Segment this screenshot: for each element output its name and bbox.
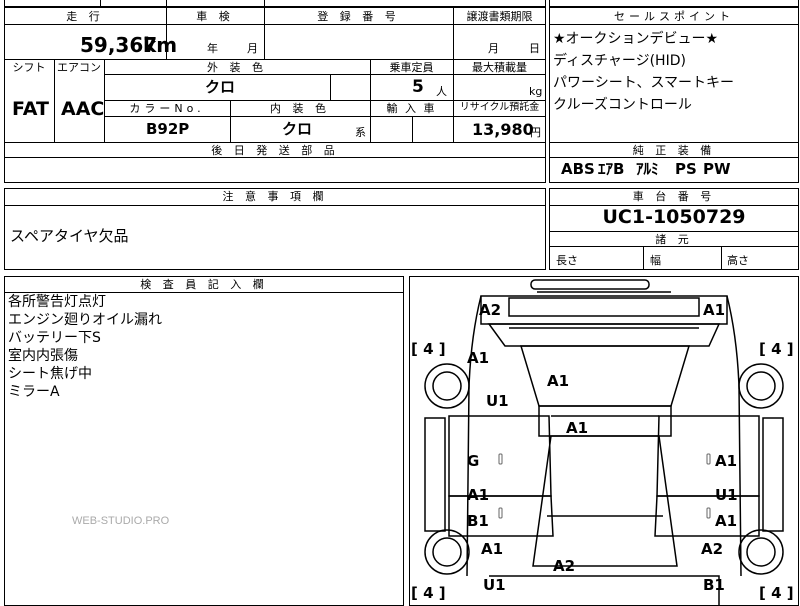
length-label: 長さ — [556, 254, 578, 267]
equip-abs: ABS — [561, 160, 595, 178]
damage-code: A1 — [467, 486, 489, 504]
interior-color-header: 内 装 色 — [270, 102, 330, 115]
shift-header: シフト — [12, 61, 46, 74]
capacity-unit: 人 — [436, 85, 447, 98]
car-diagram: [ 4 ] [ 4 ] [ 4 ] [ 4 ] A2 A1 A1 A1 U1 A… — [411, 279, 794, 606]
notes-header: 注 意 事 項 欄 — [222, 190, 328, 203]
inspector-note: シート焦げ中 — [8, 366, 92, 382]
damage-code: A1 — [715, 452, 737, 470]
inspector-note: バッテリー下S — [8, 330, 101, 346]
tire-mark-rear-left: [ 4 ] — [411, 584, 446, 602]
height-label: 高さ — [727, 254, 749, 267]
chassis-no-header: 車 台 番 号 — [632, 190, 716, 203]
aircon-value: AAC — [61, 98, 105, 120]
sales-point-line: ★オークションデビュー★ — [553, 31, 719, 47]
damage-code: U1 — [486, 392, 509, 410]
tire-mark-rear-right: [ 4 ] — [759, 584, 794, 602]
damage-code: G — [467, 452, 479, 470]
damage-code: A1 — [703, 301, 725, 319]
damage-code: U1 — [715, 486, 738, 504]
shift-value: FAT — [12, 98, 49, 120]
inspector-note: 室内内張傷 — [8, 348, 78, 364]
color-no-header: カラーNo. — [129, 102, 205, 115]
mileage-header: 走 行 — [66, 10, 104, 23]
top-cut-row — [4, 0, 546, 7]
inspector-header: 検 査 員 記 入 欄 — [140, 278, 268, 291]
later-parts-header: 後 日 発 送 部 品 — [211, 144, 339, 157]
damage-code: A1 — [566, 419, 588, 437]
color-no-value: B92P — [146, 120, 190, 138]
transfer-day: 日 — [529, 42, 540, 55]
inspection-month: 月 — [247, 42, 258, 55]
recycle-unit: 円 — [530, 126, 541, 139]
max-load-header: 最大積載量 — [472, 61, 527, 74]
dimensions-header: 諸 元 — [655, 233, 693, 246]
equip-alloy: ｱﾙﾐ — [636, 160, 659, 178]
import-header: 輸 入 車 — [386, 102, 437, 115]
transfer-deadline-header: 譲渡書類期限 — [466, 10, 533, 23]
inspector-note: ミラーA — [8, 384, 60, 400]
recycle-fee-header: リサイクル預託金 — [459, 102, 540, 113]
sales-point-line: ディスチャージ(HID) — [553, 53, 686, 69]
sales-point-line: クルーズコントロール — [553, 97, 692, 113]
transfer-month: 月 — [488, 42, 499, 55]
exterior-color-value: クロ — [205, 78, 236, 96]
chassis-no-value: UC1-1050729 — [602, 206, 746, 228]
inspection-year: 年 — [207, 42, 218, 55]
inspector-note: エンジン廻りオイル漏れ — [8, 312, 162, 328]
damage-code: A1 — [467, 349, 489, 367]
genuine-equipment-header: 純 正 装 備 — [632, 144, 716, 157]
equip-pw: PW — [703, 160, 731, 178]
equip-ps: PS — [675, 160, 697, 178]
equip-airbag: ｴｱB — [598, 160, 625, 178]
damage-code: B1 — [467, 512, 489, 530]
damage-code: U1 — [483, 576, 506, 594]
damage-code: A1 — [715, 512, 737, 530]
damage-code: B1 — [703, 576, 725, 594]
exterior-color-header: 外 装 色 — [207, 61, 267, 74]
damage-code: A2 — [701, 540, 723, 558]
tire-mark-front-right: [ 4 ] — [759, 340, 794, 358]
damage-code: A2 — [479, 301, 501, 319]
recycle-fee-value: 13,980 — [472, 120, 534, 139]
inspection-header: 車 検 — [196, 10, 234, 23]
capacity-header: 乗車定員 — [389, 61, 434, 74]
capacity-value: 5 — [412, 77, 424, 97]
damage-code: A1 — [547, 372, 569, 390]
damage-code: A1 — [481, 540, 503, 558]
width-label: 幅 — [650, 254, 661, 267]
inspector-note: 各所警告灯点灯 — [8, 294, 106, 310]
notes-text: スペアタイヤ欠品 — [10, 227, 129, 245]
aircon-header: エアコン — [57, 61, 101, 74]
sales-point-line: パワーシート、スマートキー — [553, 75, 735, 91]
watermark: WEB-STUDIO.PRO — [72, 515, 170, 527]
tire-mark-front-left: [ 4 ] — [411, 340, 446, 358]
max-load-unit: kg — [529, 85, 543, 98]
interior-suffix: 系 — [355, 126, 366, 139]
sales-points-header: セールスポイント — [614, 10, 734, 23]
registration-header: 登 録 番 号 — [317, 10, 400, 23]
interior-color-value: クロ — [282, 120, 313, 138]
damage-code: A2 — [553, 557, 575, 575]
mileage-unit: km — [143, 33, 178, 57]
